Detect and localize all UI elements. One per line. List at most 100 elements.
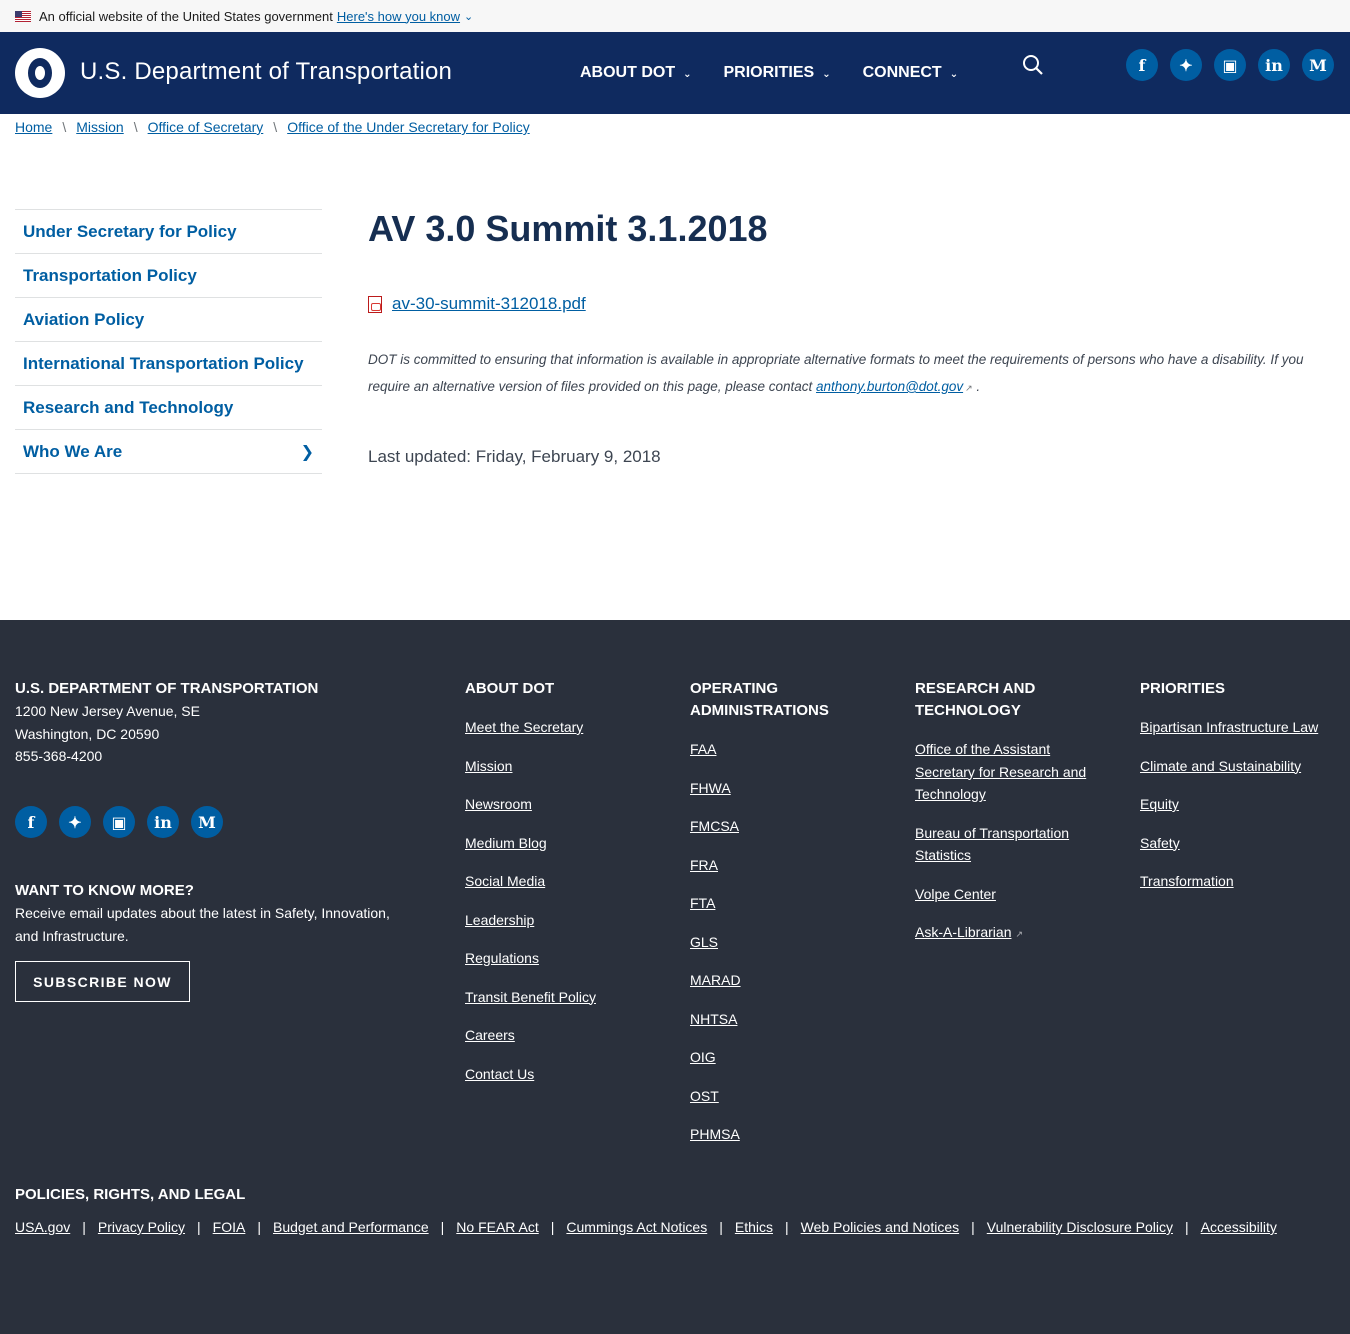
subscribe-button[interactable]: SUBSCRIBE NOW	[15, 961, 190, 1002]
want-more-heading: WANT TO KNOW MORE?	[15, 882, 194, 899]
legal-link[interactable]: Ethics	[735, 1219, 773, 1235]
footer-operating-col: OPERATING ADMINISTRATIONS FAA FHWA FMCSA…	[690, 678, 870, 1146]
sidenav-research-technology[interactable]: Research and Technology	[15, 386, 322, 430]
footer-link[interactable]: FHWA	[690, 777, 870, 800]
footer-link[interactable]: MARAD	[690, 969, 870, 992]
accessibility-note: DOT is committed to ensuring that inform…	[368, 346, 1328, 402]
sidenav-transportation-policy[interactable]: Transportation Policy	[15, 254, 322, 298]
dot-logo[interactable]	[15, 48, 65, 98]
footer-link[interactable]: Office of the Assistant Secretary for Re…	[915, 738, 1105, 806]
footer-link[interactable]: NHTSA	[690, 1008, 870, 1031]
search-icon[interactable]	[1022, 54, 1044, 76]
legal-separator: |	[257, 1219, 261, 1235]
footer-link[interactable]: Bureau of Transportation Statistics	[915, 822, 1105, 867]
footer-link[interactable]: Equity	[1140, 793, 1340, 816]
legal-link[interactable]: No FEAR Act	[456, 1219, 538, 1235]
sidenav-label: Who We Are	[23, 441, 123, 461]
linkedin-icon[interactable]: in	[147, 806, 179, 838]
side-navigation: Under Secretary for Policy Transportatio…	[15, 209, 322, 474]
medium-icon[interactable]: M	[191, 806, 223, 838]
nav-connect[interactable]: CONNECT ⌄	[863, 64, 959, 82]
footer-link[interactable]: FTA	[690, 892, 870, 915]
nav-connect-label: CONNECT	[862, 64, 942, 81]
instagram-icon[interactable]: ▣	[1214, 49, 1246, 81]
footer-link[interactable]: Volpe Center	[915, 883, 1105, 906]
legal-separator: |	[440, 1219, 445, 1235]
twitter-icon[interactable]: ✦	[59, 806, 91, 838]
sidenav-under-secretary[interactable]: Under Secretary for Policy	[15, 210, 322, 254]
footer-link[interactable]: Transformation	[1140, 870, 1340, 893]
footer-link[interactable]: Newsroom	[465, 793, 665, 816]
footer-link[interactable]: Climate and Sustainability	[1140, 755, 1340, 778]
legal-link[interactable]: Privacy Policy	[98, 1219, 185, 1235]
footer-org-heading: U.S. DEPARTMENT OF TRANSPORTATION	[15, 680, 319, 697]
chevron-right-icon[interactable]: ❯	[301, 442, 314, 462]
footer-link[interactable]: Medium Blog	[465, 832, 665, 855]
external-link-icon: ↗	[965, 383, 973, 393]
sidenav-who-we-are[interactable]: Who We Are ❯	[15, 430, 322, 474]
site-title[interactable]: U.S. Department of Transportation	[80, 58, 452, 86]
pdf-file-link[interactable]: av-30-summit-312018.pdf	[392, 294, 586, 314]
sidenav-international-policy[interactable]: International Transportation Policy	[15, 342, 322, 386]
footer-link[interactable]: Safety	[1140, 832, 1340, 855]
legal-separator: |	[82, 1219, 86, 1235]
legal-separator: |	[550, 1219, 555, 1235]
footer-link[interactable]: GLS	[690, 931, 870, 954]
footer-link[interactable]: Meet the Secretary	[465, 716, 665, 739]
footer-want-more: WANT TO KNOW MORE? Receive email updates…	[15, 880, 415, 947]
footer-link[interactable]: OIG	[690, 1046, 870, 1069]
chevron-down-icon: ⌄	[683, 68, 692, 80]
footer-link[interactable]: Regulations	[465, 947, 665, 970]
footer-link[interactable]: Leadership	[465, 909, 665, 932]
legal-link[interactable]: Vulnerability Disclosure Policy	[987, 1219, 1173, 1235]
breadcrumb-office-of-secretary[interactable]: Office of Secretary	[148, 119, 264, 135]
sidenav-aviation-policy[interactable]: Aviation Policy	[15, 298, 322, 342]
nav-about-dot-label: ABOUT DOT	[580, 64, 676, 81]
file-attachment: av-30-summit-312018.pdf	[368, 294, 586, 314]
note-end: .	[972, 379, 981, 394]
legal-link[interactable]: Budget and Performance	[273, 1219, 429, 1235]
external-link-icon: ↗	[1015, 929, 1024, 939]
footer-link[interactable]: Bipartisan Infrastructure Law	[1140, 716, 1340, 739]
nav-priorities[interactable]: PRIORITIES ⌄	[724, 64, 831, 82]
footer-link[interactable]: Contact Us	[465, 1063, 665, 1086]
chevron-down-icon: ⌄	[949, 68, 959, 80]
breadcrumb-home[interactable]: Home	[15, 119, 52, 135]
medium-icon[interactable]: M	[1302, 49, 1334, 81]
sidenav-label: International Transportation Policy	[23, 353, 304, 373]
footer-research-heading: RESEARCH AND TECHNOLOGY	[915, 680, 1036, 719]
footer-link[interactable]: PHMSA	[690, 1123, 870, 1146]
sidenav-label: Aviation Policy	[23, 309, 145, 329]
footer-link[interactable]: FRA	[690, 854, 870, 877]
footer-link[interactable]: FMCSA	[690, 815, 870, 838]
footer-link[interactable]: Mission	[465, 755, 665, 778]
sidenav-label: Research and Technology	[23, 397, 234, 417]
nav-about-dot[interactable]: ABOUT DOT ⌄	[580, 64, 692, 82]
facebook-icon[interactable]: f	[15, 806, 47, 838]
heres-how-you-know-link[interactable]: Here's how you know	[337, 9, 460, 24]
footer-link[interactable]: OST	[690, 1085, 870, 1108]
footer-link[interactable]: Ask-A-Librarian	[915, 921, 1011, 944]
legal-link[interactable]: Cummings Act Notices	[566, 1219, 707, 1235]
instagram-icon[interactable]: ▣	[103, 806, 135, 838]
footer-link[interactable]: Careers	[465, 1024, 665, 1047]
footer-link[interactable]: Social Media	[465, 870, 665, 893]
us-flag-icon	[15, 10, 31, 22]
breadcrumb-mission[interactable]: Mission	[76, 119, 123, 135]
footer-link[interactable]: Transit Benefit Policy	[465, 986, 665, 1009]
breadcrumb-under-secretary-policy[interactable]: Office of the Under Secretary for Policy	[287, 119, 530, 135]
contact-email-link[interactable]: anthony.burton@dot.gov	[816, 379, 963, 394]
legal-links: USA.gov | Privacy Policy | FOIA | Budget an…	[15, 1219, 1277, 1235]
pdf-icon	[368, 295, 382, 313]
legal-link[interactable]: USA.gov	[15, 1219, 70, 1235]
footer-link[interactable]: FAA	[690, 738, 870, 761]
facebook-icon[interactable]: f	[1126, 49, 1158, 81]
chevron-down-icon: ⌄	[822, 68, 831, 80]
twitter-icon[interactable]: ✦	[1170, 49, 1202, 81]
legal-link[interactable]: Web Policies and Notices	[801, 1219, 959, 1235]
breadcrumb-separator: \	[133, 119, 138, 135]
linkedin-icon[interactable]: in	[1258, 49, 1290, 81]
chevron-down-icon[interactable]: ⌄	[464, 10, 473, 23]
legal-link[interactable]: Accessibility	[1201, 1219, 1277, 1235]
legal-link[interactable]: FOIA	[213, 1219, 246, 1235]
